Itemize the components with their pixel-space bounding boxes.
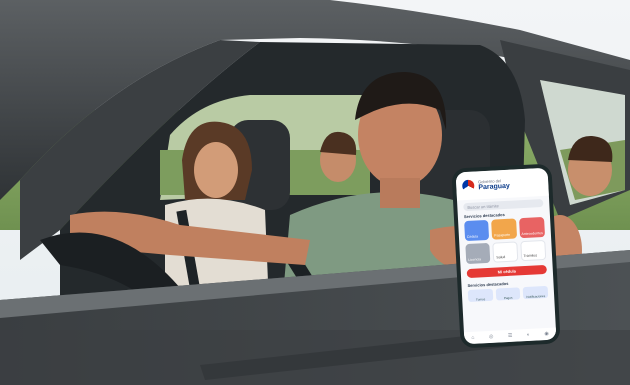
- feature-card[interactable]: Notificaciones: [522, 285, 549, 300]
- app-header: Gobierno del Paraguay: [455, 167, 549, 201]
- government-logo-icon: [461, 179, 475, 193]
- service-tile[interactable]: Cédula: [464, 219, 490, 242]
- profile-icon[interactable]: ◉: [544, 331, 549, 337]
- search-input[interactable]: Buscar un trámite: [463, 198, 544, 212]
- notifications-icon[interactable]: ◐: [527, 332, 530, 338]
- service-tile[interactable]: Trámites: [519, 239, 547, 262]
- feature-cards: Turnos Pagos Notificaciones: [462, 285, 555, 303]
- smartphone: Gobierno del Paraguay Buscar un trámite …: [451, 163, 561, 349]
- feature-card[interactable]: Pagos: [495, 287, 521, 301]
- bottom-tab-bar: ⌂ ◎ ☰ ◐ ◉: [463, 327, 557, 345]
- menu-icon[interactable]: ☰: [508, 333, 513, 339]
- service-tile[interactable]: Antecedentes: [518, 216, 546, 239]
- services-icon[interactable]: ◎: [489, 334, 494, 340]
- service-tile[interactable]: Pasaporte: [491, 218, 517, 240]
- primary-action-button[interactable]: Mi cédula: [466, 264, 547, 279]
- app-screen: Gobierno del Paraguay Buscar un trámite …: [455, 167, 557, 345]
- feature-card[interactable]: Turnos: [467, 288, 493, 303]
- brand: Gobierno del Paraguay: [478, 178, 510, 191]
- service-grid: Cédula Pasaporte Antecedentes Licencia S…: [458, 216, 552, 265]
- home-icon[interactable]: ⌂: [471, 335, 474, 341]
- service-tile[interactable]: Licencia: [465, 242, 491, 265]
- brand-title: Paraguay: [478, 182, 511, 191]
- service-tile[interactable]: Salud: [492, 241, 518, 263]
